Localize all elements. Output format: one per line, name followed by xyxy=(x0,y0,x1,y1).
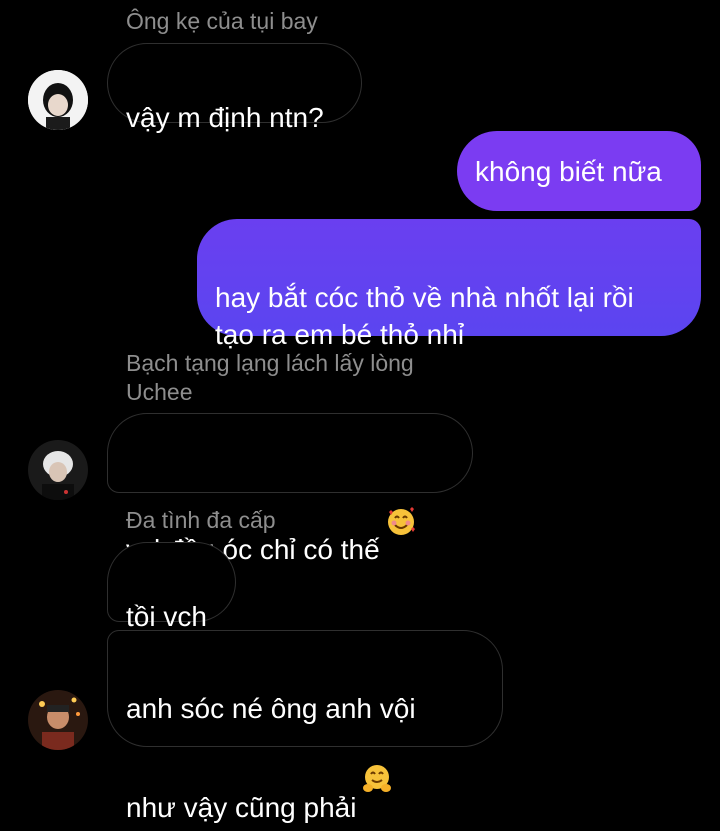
smiling-face-with-hearts-icon xyxy=(386,469,416,535)
outgoing-message: không biết nữa xyxy=(457,131,701,211)
avatar-sender-1[interactable] xyxy=(28,70,88,130)
incoming-message: vcl đầu óc chỉ có thế xyxy=(107,413,473,565)
avatar-sender-3[interactable] xyxy=(28,690,88,750)
incoming-message: tồi vch xyxy=(107,542,236,632)
incoming-message: anh sóc né ông anh vội như vậy cũng phải xyxy=(107,630,503,823)
outgoing-message: hay bắt cóc thỏ về nhà nhốt lại rồi tạo … xyxy=(197,219,701,350)
sender-name: Đa tình đa cấp xyxy=(126,507,276,533)
hugging-face-icon xyxy=(362,727,392,792)
sender-name: Bạch tạng lạng lách lấy lòng Uchee xyxy=(126,350,414,405)
chat-thread: Ông kẹ của tụi bay vậy m định ntn? không… xyxy=(0,0,720,823)
message-text: không biết nữa xyxy=(475,155,662,187)
message-text: hay bắt cóc thỏ về nhà nhốt lại rồi tạo … xyxy=(215,282,634,350)
message-text: tồi vch xyxy=(126,601,207,632)
sender-name: Ông kẹ của tụi bay xyxy=(126,8,318,34)
incoming-message: vậy m định ntn? xyxy=(107,43,362,133)
avatar-sender-2[interactable] xyxy=(28,440,88,500)
message-text: vậy m định ntn? xyxy=(126,102,324,133)
